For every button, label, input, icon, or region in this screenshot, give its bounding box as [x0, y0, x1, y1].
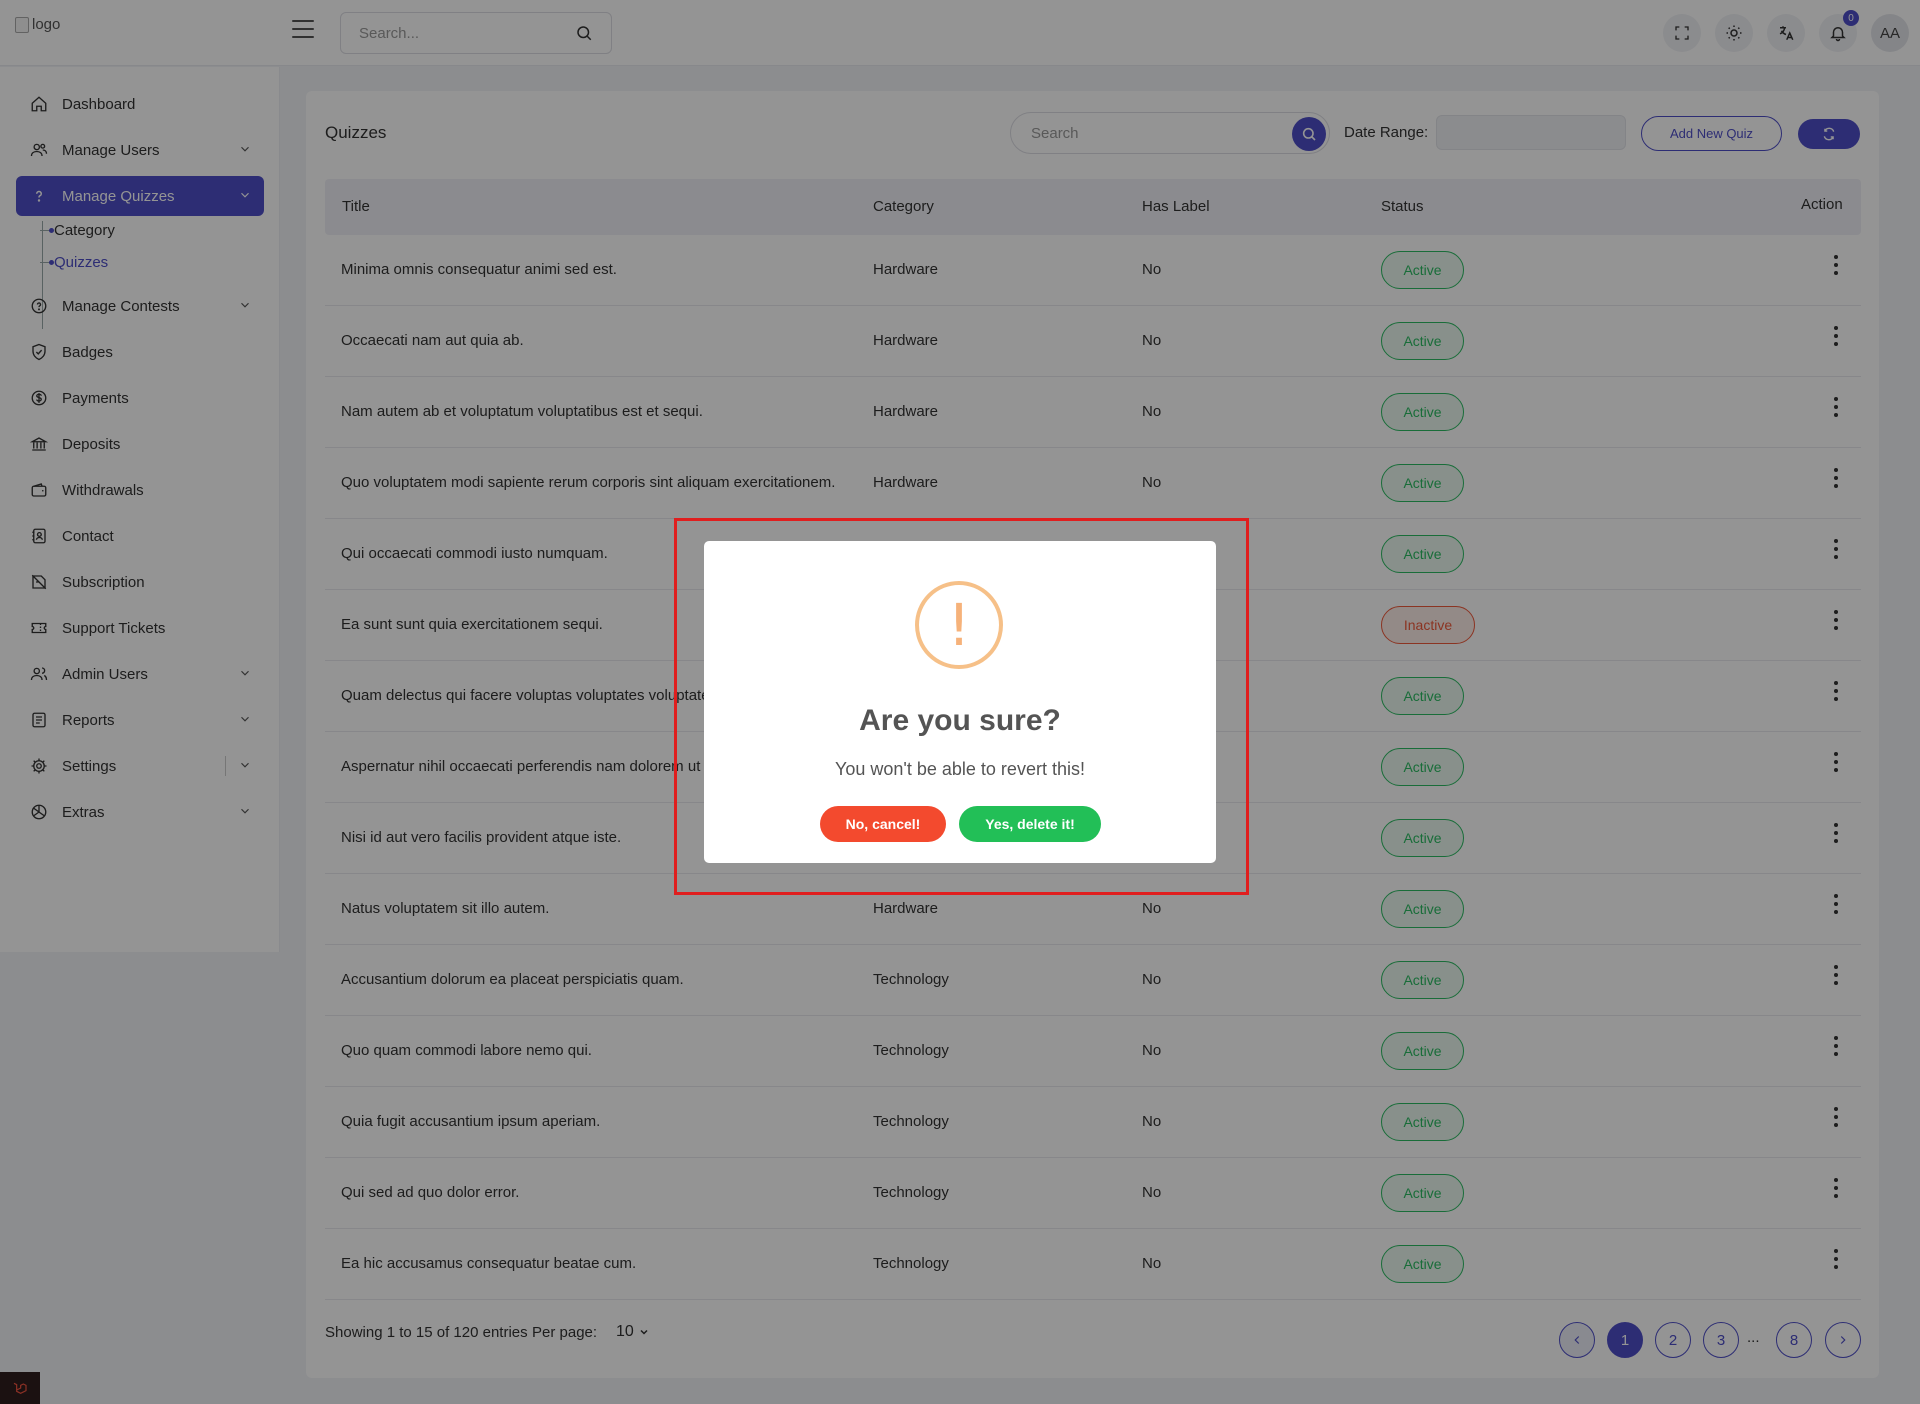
confirm-delete-button[interactable]: Yes, delete it! — [959, 806, 1101, 842]
warning-icon-glyph: ! — [947, 591, 971, 659]
confirm-dialog: ! Are you sure? You won't be able to rev… — [704, 541, 1216, 863]
dialog-text: You won't be able to revert this! — [835, 759, 1085, 779]
cancel-button[interactable]: No, cancel! — [820, 806, 946, 842]
dialog-title: Are you sure? — [859, 704, 1061, 737]
warning-icon: ! — [915, 581, 1003, 669]
